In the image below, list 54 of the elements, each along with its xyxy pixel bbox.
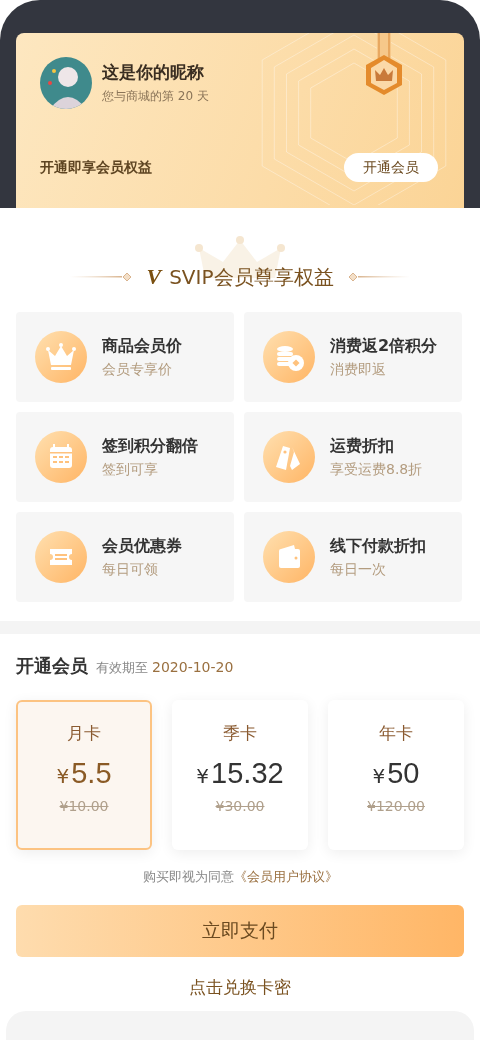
plan-card[interactable]: 月卡 ¥5.5 ¥10.00 xyxy=(16,700,152,850)
benefit-subtitle: 签到可享 xyxy=(102,460,159,479)
redeem-link[interactable]: 点击兑换卡密 xyxy=(189,977,291,997)
original-price: ¥10.00 xyxy=(59,798,109,814)
agreement-link[interactable]: 《会员用户协议》 xyxy=(233,869,338,884)
benefit-subtitle: 会员专享价 xyxy=(102,360,173,379)
wallet-icon xyxy=(263,531,315,583)
benefit-title: 消费返2倍积分 xyxy=(330,335,438,357)
benefit-card[interactable]: 签到积分翻倍 签到可享 xyxy=(16,412,234,502)
v-logo: V xyxy=(146,264,162,290)
plan-card[interactable]: 季卡 ¥15.32 ¥30.00 xyxy=(172,700,308,850)
benefits-title: SVIP会员尊享权益 xyxy=(169,263,334,291)
medal-icon xyxy=(364,33,404,97)
validity-date: 2020-10-20 xyxy=(152,659,234,675)
section-title: 开通会员 xyxy=(16,654,88,678)
currency-symbol: ¥ xyxy=(196,764,210,788)
benefit-card[interactable]: 消费返2倍积分 消费即返 xyxy=(244,312,462,402)
plan-price: 50 xyxy=(387,757,420,790)
original-price: ¥120.00 xyxy=(367,798,425,814)
currency-symbol: ¥ xyxy=(372,764,386,788)
plan-price: 15.32 xyxy=(211,757,284,790)
promo-text: 开通即享会员权益 xyxy=(40,158,152,177)
benefit-card[interactable]: 商品会员价 会员专享价 xyxy=(16,312,234,402)
benefit-subtitle: 享受运费8.8折 xyxy=(330,460,423,479)
plan-card[interactable]: 年卡 ¥50 ¥120.00 xyxy=(328,700,464,850)
benefit-title: 商品会员价 xyxy=(102,335,182,357)
original-price: ¥30.00 xyxy=(215,798,265,814)
nickname: 这是你的昵称 xyxy=(102,61,205,84)
avatar xyxy=(40,57,92,109)
benefit-title: 会员优惠券 xyxy=(102,535,182,557)
plan-name: 月卡 xyxy=(67,722,101,745)
membership-days: 您与商城的第 20 天 xyxy=(102,88,209,105)
benefit-subtitle: 每日一次 xyxy=(330,560,387,579)
agreement-text: 购买即视为同意 xyxy=(142,869,234,884)
plan-price: 5.5 xyxy=(71,757,112,790)
plan-name: 年卡 xyxy=(379,722,413,745)
calendar-icon xyxy=(35,431,87,483)
benefit-card[interactable]: 运费折扣 享受运费8.8折 xyxy=(244,412,462,502)
crown-icon xyxy=(35,331,87,383)
open-membership-button[interactable]: 开通会员 xyxy=(344,153,438,182)
benefit-card[interactable]: 会员优惠券 每日可领 xyxy=(16,512,234,602)
benefit-subtitle: 消费即返 xyxy=(330,360,387,379)
ticket-icon xyxy=(35,531,87,583)
benefit-subtitle: 每日可领 xyxy=(102,560,159,579)
benefit-card[interactable]: 线下付款折扣 每日一次 xyxy=(244,512,462,602)
benefit-title: 运费折扣 xyxy=(330,435,395,457)
benefit-title: 签到积分翻倍 xyxy=(102,435,198,457)
tags-icon xyxy=(263,431,315,483)
currency-symbol: ¥ xyxy=(56,764,70,788)
plan-name: 季卡 xyxy=(223,722,257,745)
coins-icon xyxy=(263,331,315,383)
pay-button[interactable]: 立即支付 xyxy=(16,905,464,957)
validity-label: 有效期至 xyxy=(96,659,148,677)
benefit-title: 线下付款折扣 xyxy=(330,535,426,557)
